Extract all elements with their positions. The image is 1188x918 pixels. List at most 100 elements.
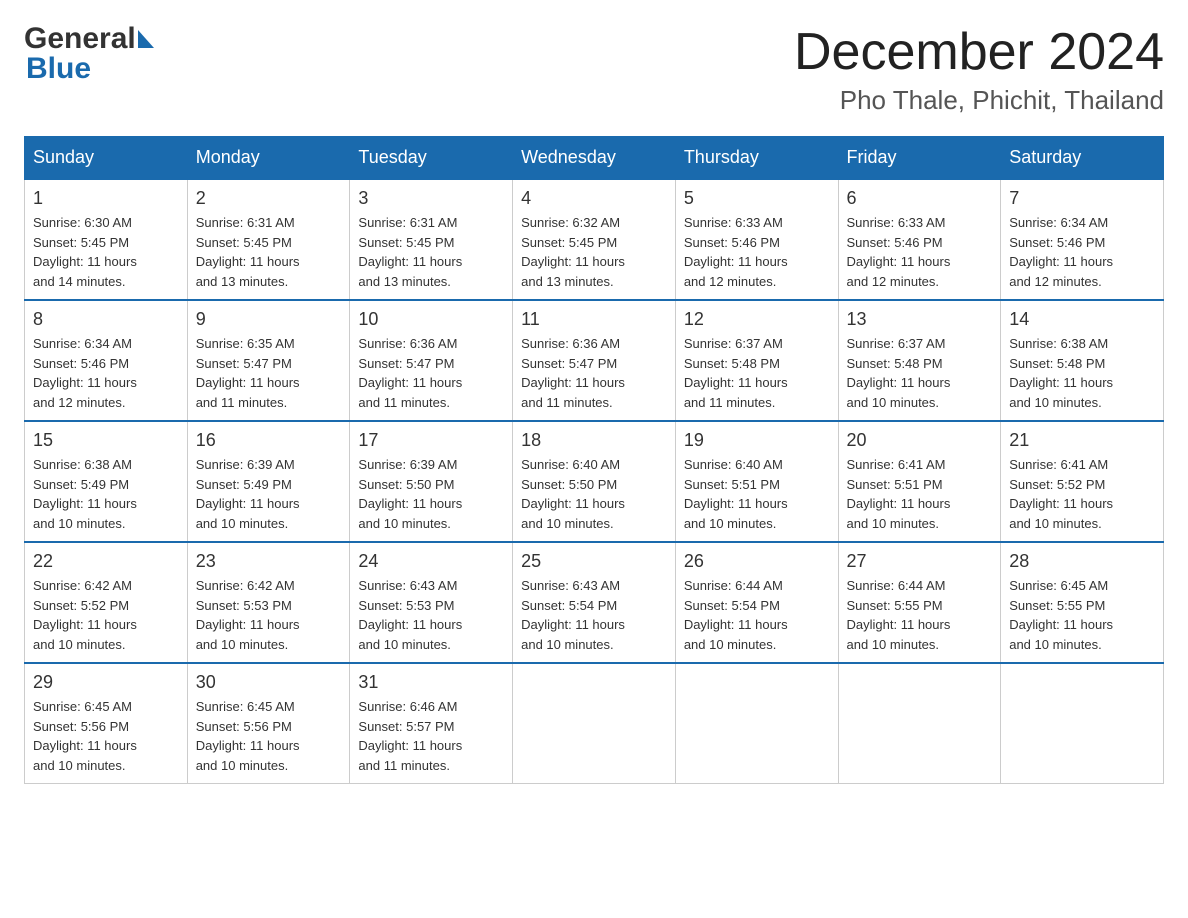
day-number: 9 (196, 309, 342, 330)
day-info: Sunrise: 6:45 AMSunset: 5:56 PMDaylight:… (196, 697, 342, 775)
calendar-day-cell: 1 Sunrise: 6:30 AMSunset: 5:45 PMDaylight… (25, 179, 188, 300)
day-info: Sunrise: 6:33 AMSunset: 5:46 PMDaylight:… (684, 213, 830, 291)
day-info: Sunrise: 6:31 AMSunset: 5:45 PMDaylight:… (196, 213, 342, 291)
day-info: Sunrise: 6:34 AMSunset: 5:46 PMDaylight:… (1009, 213, 1155, 291)
day-number: 22 (33, 551, 179, 572)
calendar-day-cell: 9 Sunrise: 6:35 AMSunset: 5:47 PMDaylight… (187, 300, 350, 421)
empty-cell (513, 663, 676, 784)
calendar-day-cell: 21 Sunrise: 6:41 AMSunset: 5:52 PMDayligh… (1001, 421, 1164, 542)
calendar-day-cell: 7 Sunrise: 6:34 AMSunset: 5:46 PMDaylight… (1001, 179, 1164, 300)
column-header-monday: Monday (187, 137, 350, 180)
calendar-day-cell: 5Sunrise: 6:33 AMSunset: 5:46 PMDaylight… (675, 179, 838, 300)
calendar-day-cell: 25 Sunrise: 6:43 AMSunset: 5:54 PMDayligh… (513, 542, 676, 663)
calendar-day-cell: 22 Sunrise: 6:42 AMSunset: 5:52 PMDayligh… (25, 542, 188, 663)
day-info: Sunrise: 6:33 AMSunset: 5:46 PMDaylight:… (847, 213, 993, 291)
calendar-day-cell: 6 Sunrise: 6:33 AMSunset: 5:46 PMDaylight… (838, 179, 1001, 300)
day-info: Sunrise: 6:37 AMSunset: 5:48 PMDaylight:… (684, 334, 830, 412)
calendar-day-cell: 18Sunrise: 6:40 AMSunset: 5:50 PMDayligh… (513, 421, 676, 542)
logo-blue-text: Blue (24, 54, 91, 84)
day-info: Sunrise: 6:44 AMSunset: 5:55 PMDaylight:… (847, 576, 993, 654)
day-number: 21 (1009, 430, 1155, 451)
logo-general-text: General (24, 24, 136, 54)
day-number: 6 (847, 188, 993, 209)
day-info: Sunrise: 6:38 AMSunset: 5:48 PMDaylight:… (1009, 334, 1155, 412)
page-header: General Blue December 2024 Pho Thale, Ph… (24, 24, 1164, 116)
title-section: December 2024 Pho Thale, Phichit, Thaila… (794, 24, 1164, 116)
day-number: 24 (358, 551, 504, 572)
day-number: 2 (196, 188, 342, 209)
calendar-week-row: 22 Sunrise: 6:42 AMSunset: 5:52 PMDayligh… (25, 542, 1164, 663)
logo: General Blue (24, 24, 154, 84)
location-title: Pho Thale, Phichit, Thailand (794, 85, 1164, 116)
day-info: Sunrise: 6:39 AMSunset: 5:50 PMDaylight:… (358, 455, 504, 533)
calendar-day-cell: 13 Sunrise: 6:37 AMSunset: 5:48 PMDayligh… (838, 300, 1001, 421)
calendar-day-cell: 26 Sunrise: 6:44 AMSunset: 5:54 PMDayligh… (675, 542, 838, 663)
day-info: Sunrise: 6:44 AMSunset: 5:54 PMDaylight:… (684, 576, 830, 654)
day-number: 7 (1009, 188, 1155, 209)
day-info: Sunrise: 6:45 AMSunset: 5:56 PMDaylight:… (33, 697, 179, 775)
logo-arrow-icon (138, 30, 154, 48)
calendar-day-cell: 2 Sunrise: 6:31 AMSunset: 5:45 PMDaylight… (187, 179, 350, 300)
day-number: 1 (33, 188, 179, 209)
day-info: Sunrise: 6:31 AMSunset: 5:45 PMDaylight:… (358, 213, 504, 291)
day-number: 26 (684, 551, 830, 572)
day-info: Sunrise: 6:46 AMSunset: 5:57 PMDaylight:… (358, 697, 504, 775)
day-info: Sunrise: 6:42 AMSunset: 5:52 PMDaylight:… (33, 576, 179, 654)
day-info: Sunrise: 6:39 AMSunset: 5:49 PMDaylight:… (196, 455, 342, 533)
calendar-day-cell: 19Sunrise: 6:40 AMSunset: 5:51 PMDayligh… (675, 421, 838, 542)
day-info: Sunrise: 6:45 AMSunset: 5:55 PMDaylight:… (1009, 576, 1155, 654)
day-number: 13 (847, 309, 993, 330)
day-number: 18 (521, 430, 667, 451)
day-info: Sunrise: 6:41 AMSunset: 5:52 PMDaylight:… (1009, 455, 1155, 533)
day-info: Sunrise: 6:34 AMSunset: 5:46 PMDaylight:… (33, 334, 179, 412)
day-info: Sunrise: 6:43 AMSunset: 5:54 PMDaylight:… (521, 576, 667, 654)
calendar-day-cell: 11Sunrise: 6:36 AMSunset: 5:47 PMDayligh… (513, 300, 676, 421)
day-info: Sunrise: 6:35 AMSunset: 5:47 PMDaylight:… (196, 334, 342, 412)
calendar-week-row: 8 Sunrise: 6:34 AMSunset: 5:46 PMDaylight… (25, 300, 1164, 421)
calendar-day-cell: 16 Sunrise: 6:39 AMSunset: 5:49 PMDayligh… (187, 421, 350, 542)
calendar-day-cell: 27 Sunrise: 6:44 AMSunset: 5:55 PMDayligh… (838, 542, 1001, 663)
day-info: Sunrise: 6:32 AMSunset: 5:45 PMDaylight:… (521, 213, 667, 291)
day-number: 17 (358, 430, 504, 451)
calendar-table: SundayMondayTuesdayWednesdayThursdayFrid… (24, 136, 1164, 784)
column-header-thursday: Thursday (675, 137, 838, 180)
calendar-day-cell: 10Sunrise: 6:36 AMSunset: 5:47 PMDayligh… (350, 300, 513, 421)
day-number: 8 (33, 309, 179, 330)
calendar-day-cell: 14 Sunrise: 6:38 AMSunset: 5:48 PMDayligh… (1001, 300, 1164, 421)
calendar-day-cell: 3Sunrise: 6:31 AMSunset: 5:45 PMDaylight… (350, 179, 513, 300)
calendar-day-cell: 28Sunrise: 6:45 AMSunset: 5:55 PMDayligh… (1001, 542, 1164, 663)
calendar-day-cell: 20 Sunrise: 6:41 AMSunset: 5:51 PMDayligh… (838, 421, 1001, 542)
day-number: 25 (521, 551, 667, 572)
calendar-day-cell: 8 Sunrise: 6:34 AMSunset: 5:46 PMDaylight… (25, 300, 188, 421)
calendar-day-cell: 23Sunrise: 6:42 AMSunset: 5:53 PMDayligh… (187, 542, 350, 663)
column-header-sunday: Sunday (25, 137, 188, 180)
calendar-day-cell: 15Sunrise: 6:38 AMSunset: 5:49 PMDayligh… (25, 421, 188, 542)
day-info: Sunrise: 6:43 AMSunset: 5:53 PMDaylight:… (358, 576, 504, 654)
calendar-day-cell: 17 Sunrise: 6:39 AMSunset: 5:50 PMDayligh… (350, 421, 513, 542)
calendar-day-cell: 12 Sunrise: 6:37 AMSunset: 5:48 PMDayligh… (675, 300, 838, 421)
calendar-week-row: 1 Sunrise: 6:30 AMSunset: 5:45 PMDaylight… (25, 179, 1164, 300)
day-number: 16 (196, 430, 342, 451)
day-number: 14 (1009, 309, 1155, 330)
calendar-week-row: 29 Sunrise: 6:45 AMSunset: 5:56 PMDayligh… (25, 663, 1164, 784)
day-number: 29 (33, 672, 179, 693)
day-info: Sunrise: 6:42 AMSunset: 5:53 PMDaylight:… (196, 576, 342, 654)
day-info: Sunrise: 6:40 AMSunset: 5:51 PMDaylight:… (684, 455, 830, 533)
day-info: Sunrise: 6:38 AMSunset: 5:49 PMDaylight:… (33, 455, 179, 533)
calendar-header-row: SundayMondayTuesdayWednesdayThursdayFrid… (25, 137, 1164, 180)
day-number: 31 (358, 672, 504, 693)
calendar-day-cell: 30 Sunrise: 6:45 AMSunset: 5:56 PMDayligh… (187, 663, 350, 784)
day-info: Sunrise: 6:30 AMSunset: 5:45 PMDaylight:… (33, 213, 179, 291)
calendar-day-cell: 31 Sunrise: 6:46 AMSunset: 5:57 PMDayligh… (350, 663, 513, 784)
day-number: 30 (196, 672, 342, 693)
month-title: December 2024 (794, 24, 1164, 81)
day-info: Sunrise: 6:36 AMSunset: 5:47 PMDaylight:… (358, 334, 504, 412)
day-number: 4 (521, 188, 667, 209)
day-number: 27 (847, 551, 993, 572)
calendar-day-cell: 24 Sunrise: 6:43 AMSunset: 5:53 PMDayligh… (350, 542, 513, 663)
day-number: 20 (847, 430, 993, 451)
day-info: Sunrise: 6:41 AMSunset: 5:51 PMDaylight:… (847, 455, 993, 533)
day-number: 12 (684, 309, 830, 330)
day-info: Sunrise: 6:37 AMSunset: 5:48 PMDaylight:… (847, 334, 993, 412)
day-number: 11 (521, 309, 667, 330)
